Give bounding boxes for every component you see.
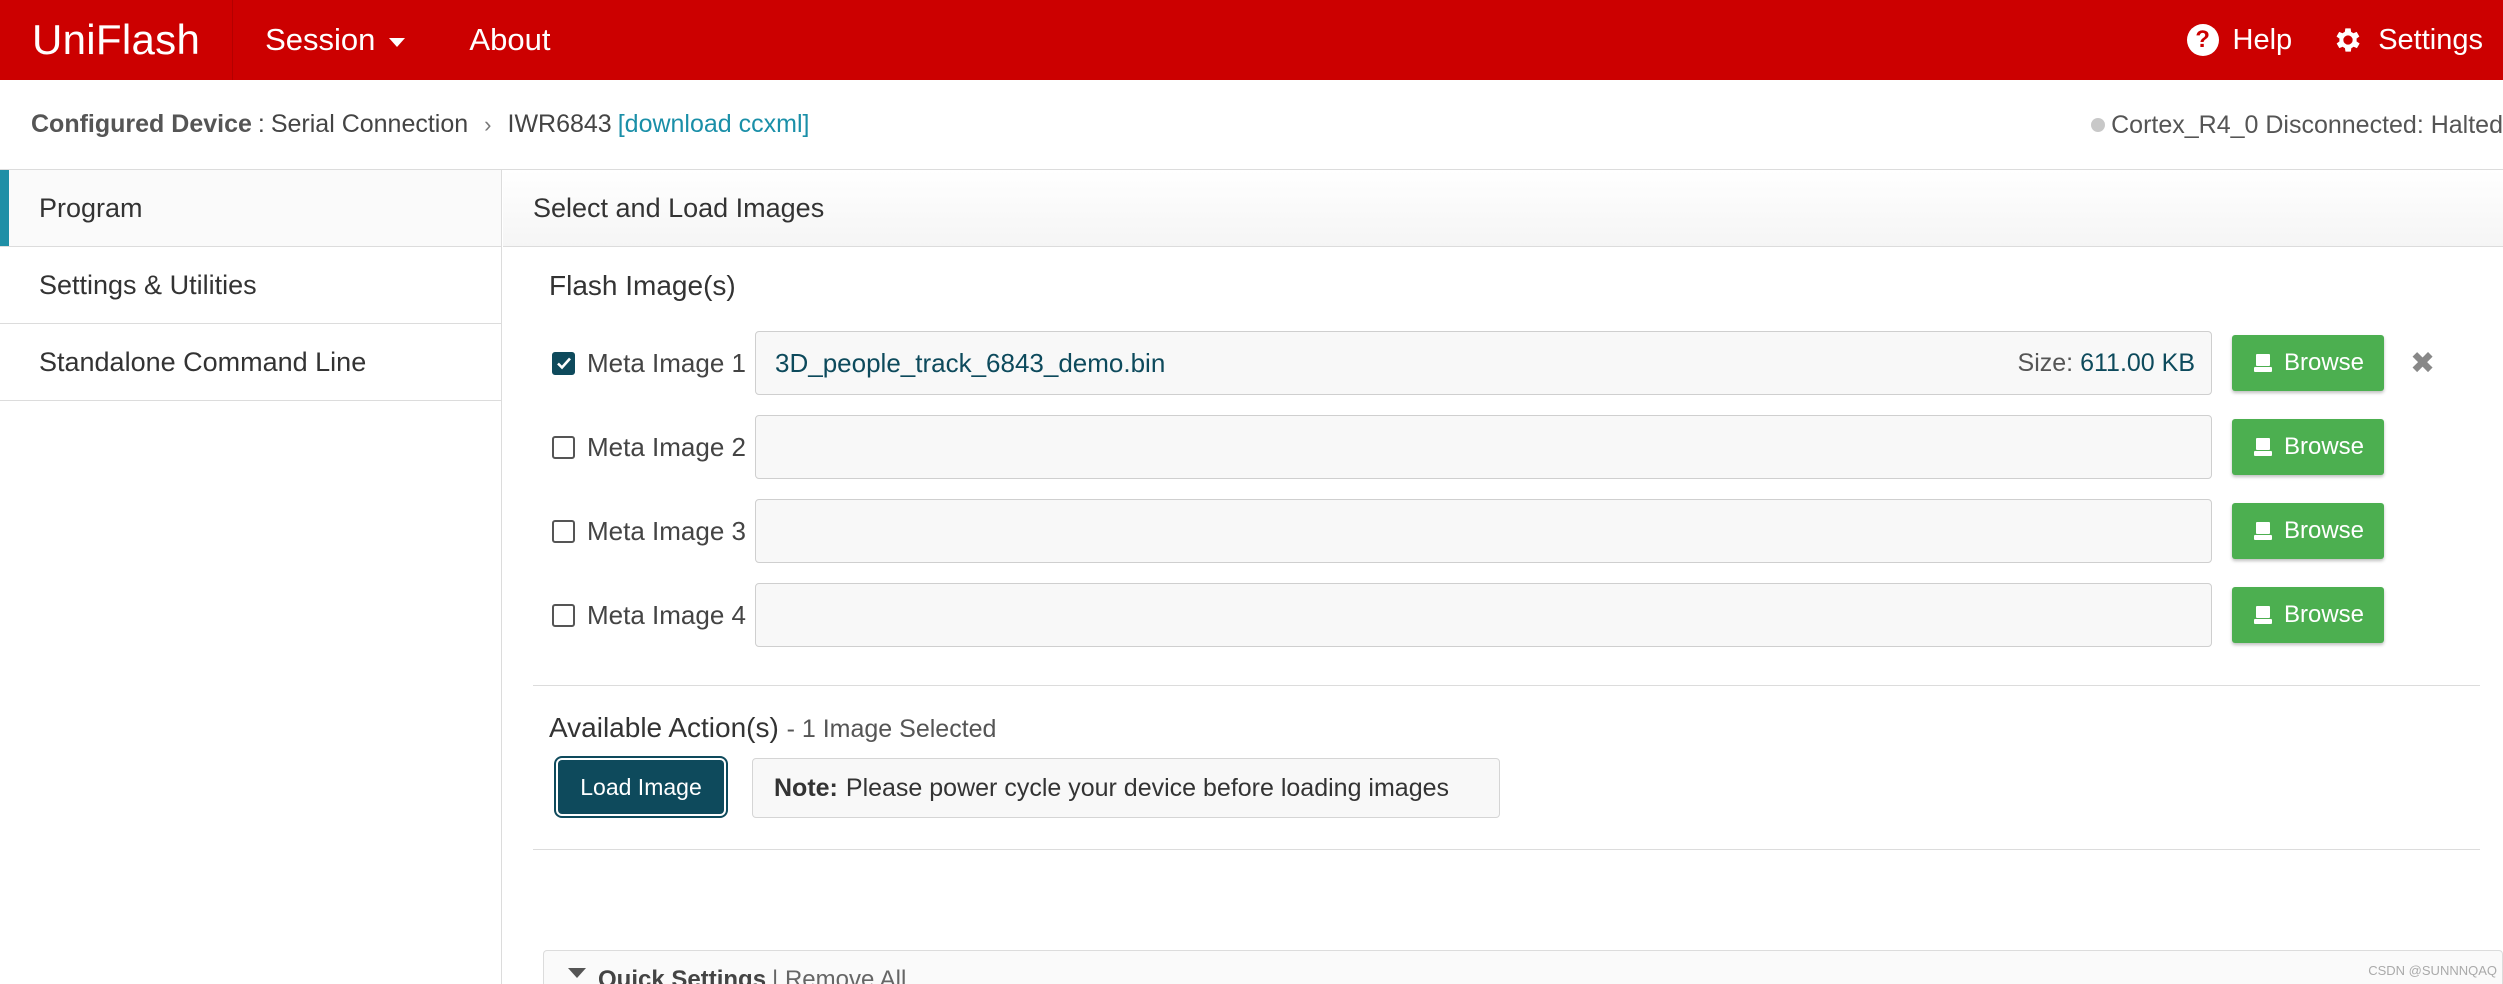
- meta-image-3-checkbox[interactable]: [552, 519, 575, 543]
- meta-image-1-field[interactable]: 3D_people_track_6843_demo.bin Size: 611.…: [755, 331, 2212, 395]
- meta-image-label: Meta Image 4: [587, 599, 746, 630]
- download-ccxml-link[interactable]: [download ccxml]: [618, 110, 810, 139]
- divider: [533, 685, 2480, 686]
- file-size-value: 611.00 KB: [2080, 348, 2195, 377]
- browse-label: Browse: [2283, 433, 2365, 460]
- browse-label: Browse: [2283, 349, 2365, 376]
- note-label: Note:: [774, 773, 838, 802]
- browse-button[interactable]: Browse: [2232, 503, 2384, 559]
- configured-device-label: Configured Device: [31, 110, 252, 138]
- breadcrumb-colon: :: [257, 110, 265, 138]
- close-icon[interactable]: ✖: [2410, 346, 2435, 381]
- chevron-down-icon: [389, 37, 406, 47]
- meta-image-1-checkbox[interactable]: [552, 351, 575, 375]
- sidebar-item-settings-utilities[interactable]: Settings & Utilities: [0, 247, 501, 324]
- triangle-down-icon: [568, 968, 586, 978]
- top-navbar: UniFlash Session About ? Help Settings: [0, 0, 2503, 80]
- image-row: Meta Image 3 Browse: [552, 499, 2384, 563]
- settings-button[interactable]: Settings: [2312, 0, 2503, 80]
- app-brand[interactable]: UniFlash: [0, 0, 234, 80]
- sidebar-item-label: Settings & Utilities: [39, 269, 257, 300]
- actions-selected-count: - 1 Image Selected: [786, 715, 997, 743]
- meta-image-4-field[interactable]: [755, 583, 2212, 647]
- browse-label: Browse: [2283, 601, 2365, 628]
- quick-settings-bar[interactable]: Quick Settings | Remove All: [543, 950, 2503, 984]
- quick-settings-label[interactable]: Quick Settings: [598, 966, 766, 984]
- flash-images-title: Flash Image(s): [549, 270, 736, 301]
- connection-type[interactable]: Serial Connection: [271, 110, 468, 139]
- sidebar-item-label: Standalone Command Line: [39, 346, 367, 377]
- sidebar-item-standalone-command-line[interactable]: Standalone Command Line: [0, 324, 501, 401]
- meta-image-4-checkbox[interactable]: [552, 603, 575, 627]
- about-menu[interactable]: About: [437, 0, 582, 80]
- divider: [533, 849, 2480, 850]
- meta-image-label: Meta Image 3: [587, 515, 746, 546]
- drive-icon: [2253, 354, 2272, 372]
- meta-image-2-checkbox[interactable]: [552, 435, 575, 459]
- image-row: Meta Image 1 3D_people_track_6843_demo.b…: [552, 331, 2435, 395]
- sidebar-item-label: Program: [39, 192, 143, 223]
- drive-icon: [2253, 606, 2272, 624]
- browse-button[interactable]: Browse: [2232, 335, 2384, 391]
- browse-button[interactable]: Browse: [2232, 419, 2384, 475]
- meta-image-3-field[interactable]: [755, 499, 2212, 563]
- device-status-text: Cortex_R4_0 Disconnected: Halted: [2111, 110, 2503, 139]
- chevron-right-icon: ›: [484, 111, 492, 137]
- sidebar: Program Settings & Utilities Standalone …: [0, 170, 502, 984]
- help-icon: ?: [2186, 24, 2219, 56]
- drive-icon: [2253, 522, 2272, 540]
- meta-image-label: Meta Image 1: [587, 347, 746, 378]
- session-menu-label: Session: [265, 22, 376, 57]
- meta-image-2-field[interactable]: [755, 415, 2212, 479]
- sidebar-item-program[interactable]: Program: [0, 170, 501, 247]
- available-actions-title: Available Action(s) - 1 Image Selected: [549, 712, 996, 744]
- session-menu[interactable]: Session: [233, 0, 437, 80]
- note-box: Note: Please power cycle your device bef…: [752, 758, 1500, 818]
- checkmark-icon: [556, 357, 571, 370]
- note-text: Please power cycle your device before lo…: [845, 773, 1450, 802]
- meta-image-label: Meta Image 2: [587, 431, 746, 462]
- settings-label: Settings: [2378, 24, 2483, 56]
- drive-icon: [2253, 438, 2272, 456]
- main-panel: Select and Load Images Flash Image(s) Me…: [503, 170, 2503, 984]
- status-dot-icon: [2091, 118, 2106, 132]
- watermark: CSDN @SUNNNQAQ: [2368, 963, 2497, 978]
- image-row: Meta Image 4 Browse: [552, 583, 2384, 647]
- device-status: Cortex_R4_0 Disconnected: Halted: [2091, 80, 2503, 170]
- actions-title-label: Available Action(s): [549, 712, 779, 743]
- browse-button[interactable]: Browse: [2232, 587, 2384, 643]
- file-name: 3D_people_track_6843_demo.bin: [775, 347, 1166, 378]
- file-size-label: Size:: [2017, 348, 2074, 377]
- help-label: Help: [2232, 24, 2293, 56]
- panel-title: Select and Load Images: [503, 170, 2503, 247]
- file-size: Size: 611.00 KB: [2018, 349, 2195, 378]
- breadcrumb: Configured Device : Serial Connection › …: [0, 80, 2503, 170]
- device-name[interactable]: IWR6843: [508, 110, 612, 139]
- remove-all-link[interactable]: | Remove All: [772, 966, 906, 984]
- browse-label: Browse: [2283, 517, 2365, 544]
- help-button[interactable]: ? Help: [2167, 0, 2313, 80]
- load-image-button[interactable]: Load Image: [558, 760, 724, 814]
- gear-icon: [2336, 28, 2360, 52]
- image-row: Meta Image 2 Browse: [552, 415, 2384, 479]
